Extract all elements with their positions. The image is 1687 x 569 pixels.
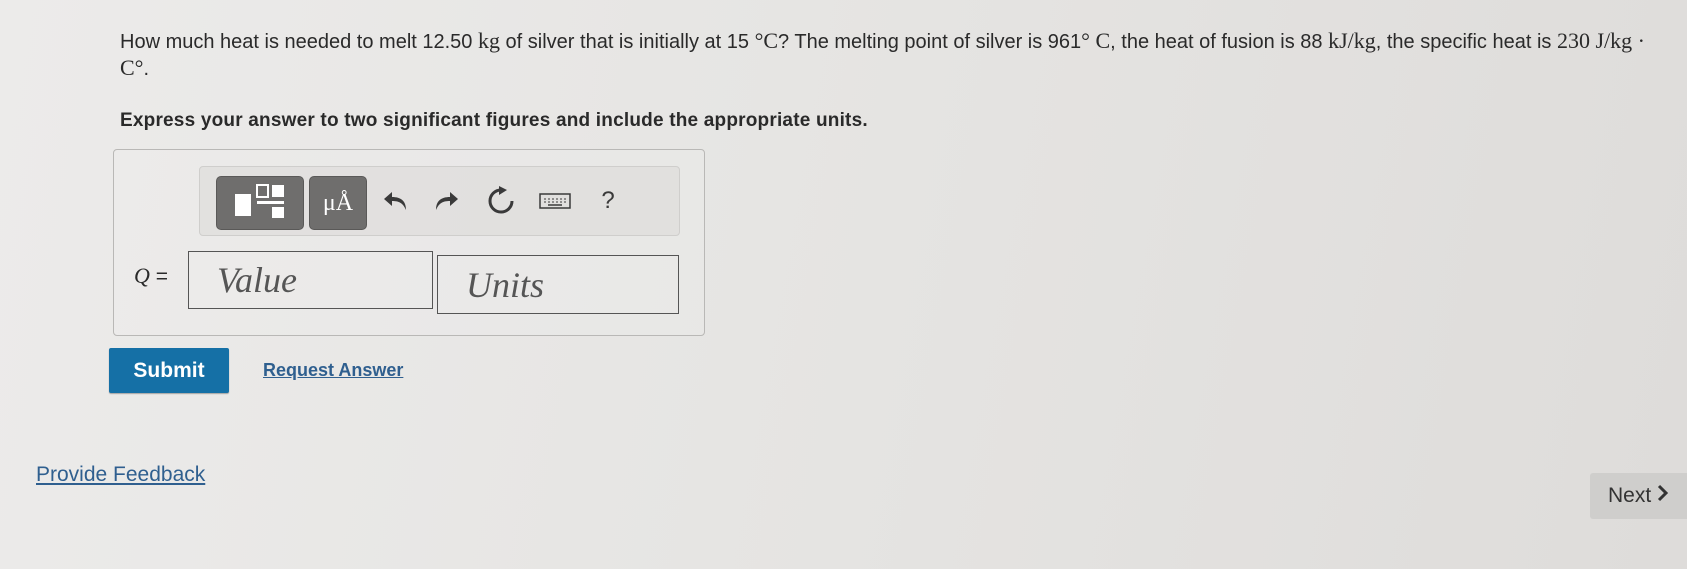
redo-icon: [431, 189, 461, 213]
unit-kj-per-kg: kJ/kg: [1328, 28, 1376, 53]
redo-button[interactable]: [426, 181, 466, 221]
undo-button[interactable]: [376, 181, 416, 221]
answer-box: μÅ ? Q = Value Units: [113, 149, 705, 336]
question-part: , the heat of fusion is 88: [1110, 31, 1329, 53]
units-placeholder: Units: [466, 264, 545, 305]
next-label: Next: [1608, 484, 1652, 507]
value-placeholder: Value: [217, 260, 297, 300]
unit-celsius: °C: [754, 28, 779, 53]
value-input[interactable]: Value: [188, 251, 433, 309]
unit-celsius: ° C: [1081, 28, 1111, 53]
question-part: , the specific heat is: [1375, 31, 1557, 53]
units-button[interactable]: μÅ: [309, 176, 367, 230]
next-button[interactable]: Next: [1590, 473, 1687, 519]
question-part: How much heat is needed to melt 12.50: [120, 31, 478, 53]
request-answer-link[interactable]: Request Answer: [263, 360, 403, 381]
question-part: ? The melting point of silver is 961: [778, 31, 1082, 53]
question-text: How much heat is needed to melt 12.50 kg…: [120, 28, 1650, 82]
question-part: of silver that is initially at 15: [500, 31, 755, 53]
undo-icon: [381, 189, 411, 213]
provide-feedback-link[interactable]: Provide Feedback: [36, 463, 205, 487]
chevron-right-icon: [1657, 484, 1669, 508]
reset-button[interactable]: [481, 181, 521, 221]
keyboard-button[interactable]: [532, 181, 578, 221]
keyboard-icon: [539, 192, 571, 210]
question-part: .: [143, 58, 150, 80]
templates-icon: [233, 182, 287, 225]
answer-instruction: Express your answer to two significant f…: [120, 110, 868, 131]
templates-button[interactable]: [216, 176, 304, 230]
variable-symbol: Q: [134, 263, 150, 288]
equals-sign: =: [149, 265, 168, 288]
units-icon: μÅ: [322, 189, 354, 216]
submit-button[interactable]: Submit: [109, 348, 229, 393]
reset-icon: [486, 186, 516, 216]
math-toolbar: μÅ ?: [199, 166, 680, 236]
units-input[interactable]: Units: [437, 255, 679, 314]
help-icon: ?: [601, 187, 615, 214]
unit-kg: kg: [478, 28, 500, 53]
help-button[interactable]: ?: [588, 181, 628, 221]
answer-variable-label: Q =: [134, 263, 168, 289]
